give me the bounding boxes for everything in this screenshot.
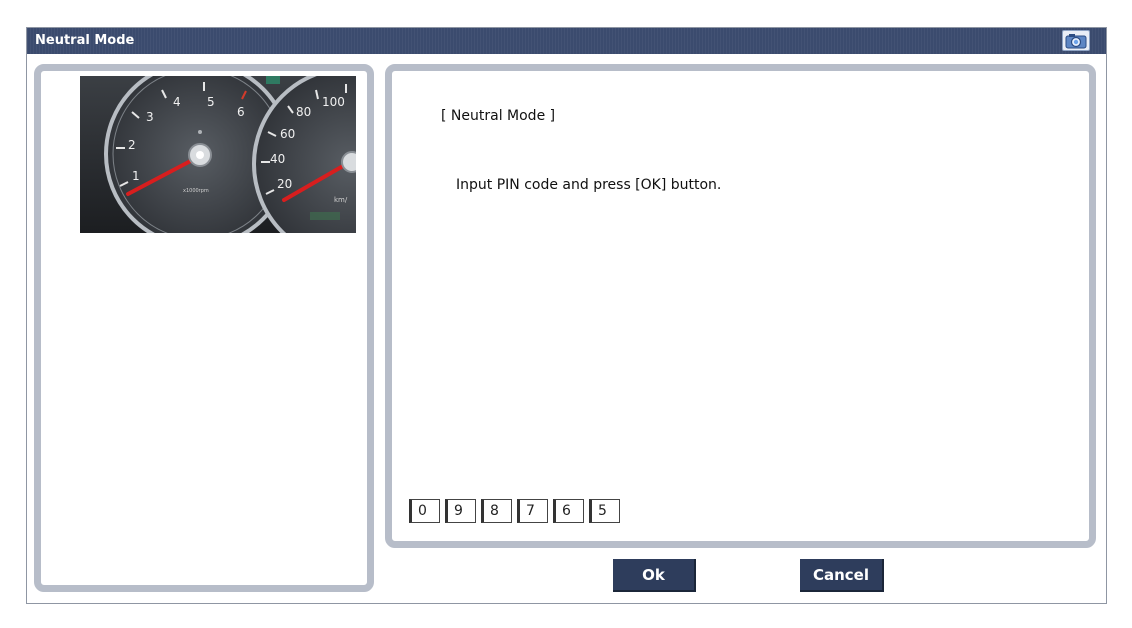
pin-input-row: 0 9 8 7 6 5: [409, 499, 620, 523]
pin-digit-2[interactable]: 9: [445, 499, 476, 523]
tach-label-2: 2: [128, 138, 136, 152]
pin-digit-5[interactable]: 6: [553, 499, 584, 523]
speed-label-40: 40: [270, 152, 285, 166]
window-title: Neutral Mode: [35, 33, 135, 48]
tach-unit-label: x1000rpm: [183, 188, 209, 194]
neutral-mode-window: Neutral Mode 1 2 3 4 5 6 x1000rpm 20 40 …: [26, 27, 1107, 604]
camera-icon: [1065, 34, 1087, 49]
speed-unit-label: km/: [334, 196, 348, 204]
speed-label-60: 60: [280, 127, 295, 141]
cancel-button[interactable]: Cancel: [800, 559, 884, 592]
tach-label-1: 1: [132, 169, 140, 183]
speed-label-20: 20: [277, 177, 292, 191]
tach-label-6: 6: [237, 105, 245, 119]
ok-button[interactable]: Ok: [613, 559, 696, 592]
speed-label-80: 80: [296, 105, 311, 119]
pin-digit-1[interactable]: 0: [409, 499, 440, 523]
tach-label-3: 3: [146, 110, 154, 124]
tach-label-4: 4: [173, 95, 181, 109]
camera-button[interactable]: [1062, 30, 1090, 51]
image-panel: 1 2 3 4 5 6 x1000rpm 20 40 60 80 100 km/: [34, 64, 374, 592]
speed-label-100: 100: [322, 95, 345, 109]
instrument-cluster-image: 1 2 3 4 5 6 x1000rpm 20 40 60 80 100 km/: [80, 76, 356, 233]
title-bar: Neutral Mode: [27, 28, 1106, 54]
message-title: [ Neutral Mode ]: [441, 108, 556, 124]
tach-label-5: 5: [207, 95, 215, 109]
message-panel: [ Neutral Mode ] Input PIN code and pres…: [385, 64, 1096, 548]
pin-digit-4[interactable]: 7: [517, 499, 548, 523]
pin-digit-6[interactable]: 5: [589, 499, 620, 523]
message-instruction: Input PIN code and press [OK] button.: [456, 177, 722, 193]
pin-digit-3[interactable]: 8: [481, 499, 512, 523]
